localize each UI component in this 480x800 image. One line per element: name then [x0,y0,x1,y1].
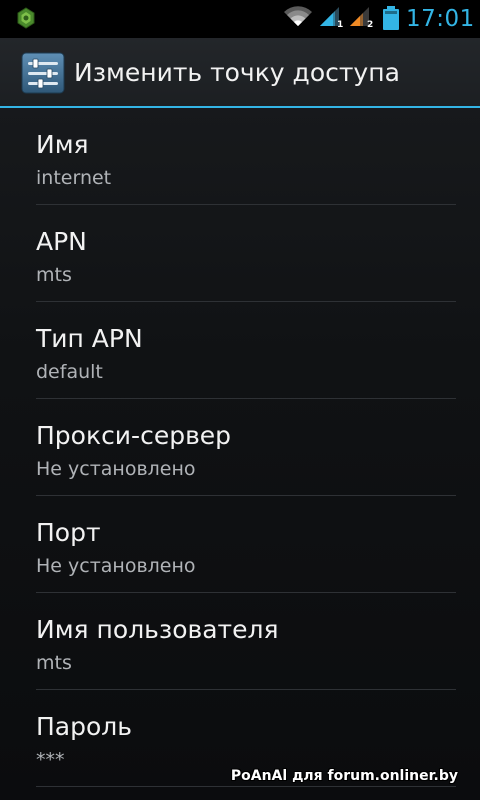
watermark: PoAnAl для forum.onliner.by [230,768,458,784]
pref-title: Тип APN [36,324,143,353]
pref-item-proxy[interactable]: Прокси-сервер Не установлено [36,399,456,496]
pref-item-username[interactable]: Имя пользователя mts [36,593,456,690]
pref-title: APN [36,227,87,256]
pref-summary: Не установлено [36,458,196,480]
pref-item-apn[interactable]: APN mts [36,205,456,302]
pref-item-name[interactable]: Имя internet [36,108,456,205]
wifi-icon [284,6,312,26]
pref-item-port[interactable]: Порт Не установлено [36,496,456,593]
action-bar: Изменить точку доступа [0,38,480,108]
pref-summary: Не установлено [36,555,196,577]
page-title: Изменить точку доступа [74,58,400,87]
pref-title: Порт [36,518,101,547]
pref-summary: *** [36,749,65,771]
pref-summary: mts [36,652,72,674]
pref-summary: default [36,361,103,383]
pref-summary: mts [36,264,72,286]
battery-icon [383,6,399,30]
pref-title: Прокси-сервер [36,421,232,450]
pref-title: Имя пользователя [36,615,279,644]
settings-sliders-icon[interactable] [21,52,65,94]
signal-sim2-icon: 2 [350,7,373,28]
pref-item-apn-type[interactable]: Тип APN default [36,302,456,399]
sim1-label: 1 [337,20,343,28]
signal-sim1-icon: 1 [320,7,343,28]
sim2-label: 2 [367,20,373,28]
screen: 1 2 17:01 Изменить точку доступа Имя int… [0,0,480,800]
pref-summary: internet [36,167,112,189]
pref-title: Пароль [36,712,132,741]
status-time: 17:01 [406,6,475,32]
preference-list: Имя internet APN mts Тип APN default Про… [0,108,480,787]
app-notification-icon [17,7,35,29]
status-bar: 1 2 17:01 [0,0,480,38]
pref-title: Имя [36,130,89,159]
